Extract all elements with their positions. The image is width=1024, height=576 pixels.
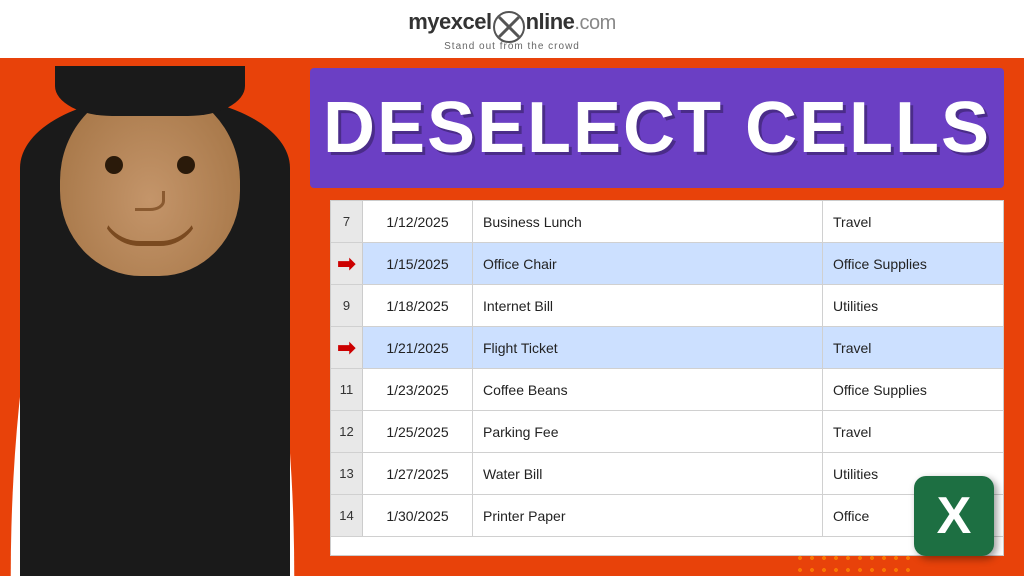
cell-date[interactable]: 1/12/2025 <box>363 201 473 242</box>
logo-online: nline <box>526 8 575 33</box>
title-area: DESELECT CELLS <box>310 68 1004 188</box>
row-number: 12 <box>331 411 363 452</box>
cell-category[interactable]: Office Supplies <box>823 369 1003 410</box>
person-area <box>0 58 320 576</box>
arrow-icon: ➡ <box>337 251 355 277</box>
cell-category[interactable]: Utilities <box>823 285 1003 326</box>
table-row[interactable]: 121/25/2025Parking FeeTravel <box>331 411 1003 453</box>
table-row[interactable]: ➡ 1/15/2025Office ChairOffice Supplies <box>331 243 1003 285</box>
cell-description[interactable]: Parking Fee <box>473 411 823 452</box>
cell-description[interactable]: Coffee Beans <box>473 369 823 410</box>
cell-date[interactable]: 1/15/2025 <box>363 243 473 284</box>
row-number: 7 <box>331 201 363 242</box>
row-number: ➡ <box>331 327 363 368</box>
excel-logo: X <box>914 476 994 556</box>
logo-wrapper: myexcel nline.com Stand out from the cro… <box>408 7 616 52</box>
table-row[interactable]: ➡ 1/21/2025Flight TicketTravel <box>331 327 1003 369</box>
cell-description[interactable]: Business Lunch <box>473 201 823 242</box>
top-bar: myexcel nline.com Stand out from the cro… <box>0 0 1024 58</box>
table-row[interactable]: 141/30/2025Printer PaperOffice <box>331 495 1003 537</box>
logo-text: myexcel nline.com <box>408 7 616 39</box>
cell-date[interactable]: 1/23/2025 <box>363 369 473 410</box>
logo-icon-wrapper <box>493 11 525 43</box>
table-row[interactable]: 91/18/2025Internet BillUtilities <box>331 285 1003 327</box>
cell-date[interactable]: 1/30/2025 <box>363 495 473 536</box>
row-number: 14 <box>331 495 363 536</box>
cell-date[interactable]: 1/18/2025 <box>363 285 473 326</box>
cell-date[interactable]: 1/25/2025 <box>363 411 473 452</box>
row-number: 13 <box>331 453 363 494</box>
logo-dotcom: .com <box>574 11 615 33</box>
row-number: ➡ <box>331 243 363 284</box>
table-row[interactable]: 71/12/2025Business LunchTravel <box>331 201 1003 243</box>
spreadsheet: 71/12/2025Business LunchTravel➡1/15/2025… <box>330 200 1004 556</box>
cell-date[interactable]: 1/21/2025 <box>363 327 473 368</box>
excel-logo-letter: X <box>937 486 972 546</box>
table-row[interactable]: 111/23/2025Coffee BeansOffice Supplies <box>331 369 1003 411</box>
cell-category[interactable]: Travel <box>823 327 1003 368</box>
arrow-icon: ➡ <box>337 335 355 361</box>
cell-description[interactable]: Flight Ticket <box>473 327 823 368</box>
cell-category[interactable]: Travel <box>823 411 1003 452</box>
cell-description[interactable]: Office Chair <box>473 243 823 284</box>
logo-excel: excel <box>439 8 492 33</box>
cell-description[interactable]: Water Bill <box>473 453 823 494</box>
cell-category[interactable]: Office Supplies <box>823 243 1003 284</box>
logo-my: my <box>408 8 439 33</box>
main-title: DESELECT CELLS <box>323 87 991 169</box>
cell-date[interactable]: 1/27/2025 <box>363 453 473 494</box>
table-row[interactable]: 131/27/2025Water BillUtilities <box>331 453 1003 495</box>
row-number: 9 <box>331 285 363 326</box>
person-hair <box>55 66 245 116</box>
cell-category[interactable]: Travel <box>823 201 1003 242</box>
cell-description[interactable]: Internet Bill <box>473 285 823 326</box>
person-figure <box>0 66 320 576</box>
cell-description[interactable]: Printer Paper <box>473 495 823 536</box>
row-number: 11 <box>331 369 363 410</box>
main-container: myexcel nline.com Stand out from the cro… <box>0 0 1024 576</box>
